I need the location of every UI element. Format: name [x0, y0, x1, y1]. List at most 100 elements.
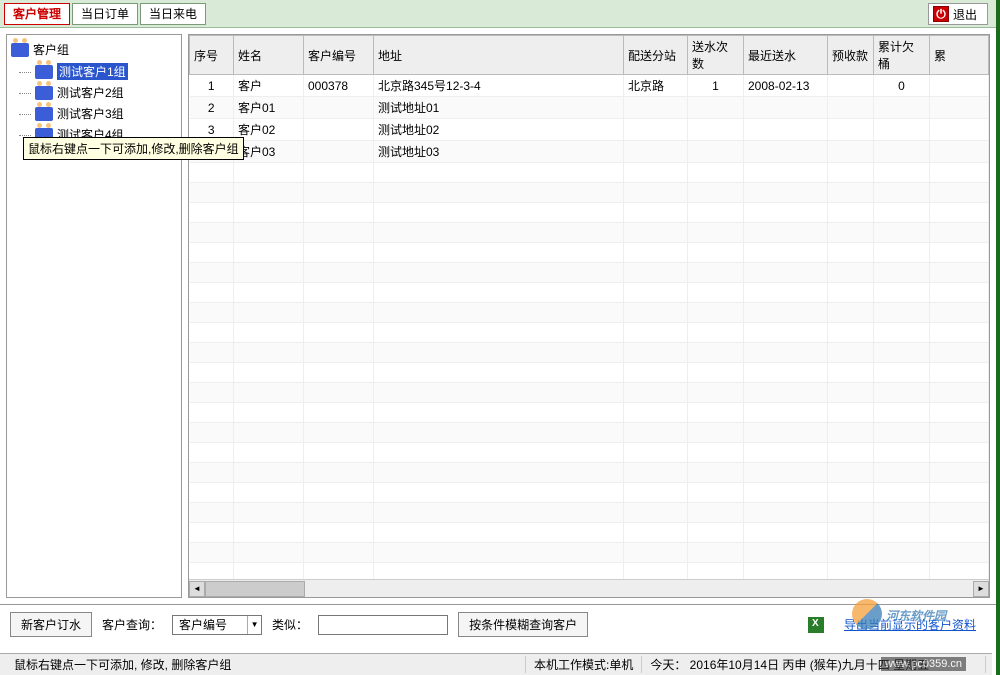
- tab-today-orders[interactable]: 当日订单: [72, 3, 138, 25]
- cell: 客户02: [234, 119, 304, 141]
- table-header-row: 序号 姓名 客户编号 地址 配送分站 送水次数 最近送水 预收款 累计欠桶 累: [190, 36, 989, 75]
- tree-node-group1[interactable]: 测试客户1组: [33, 62, 179, 81]
- col-times[interactable]: 送水次数: [688, 36, 744, 75]
- table-row-empty: [190, 323, 989, 343]
- table-row-empty: [190, 303, 989, 323]
- horizontal-scrollbar[interactable]: ◄ ►: [189, 579, 989, 597]
- col-last[interactable]: 最近送水: [744, 36, 828, 75]
- tree-root-label: 客户组: [33, 41, 69, 58]
- top-toolbar: 客户管理 当日订单 当日来电 ⏻ 退出: [0, 0, 996, 28]
- main-panel: 序号 姓名 客户编号 地址 配送分站 送水次数 最近送水 预收款 累计欠桶 累 …: [188, 34, 990, 598]
- cell: 客户01: [234, 97, 304, 119]
- cell: [688, 119, 744, 141]
- table-row-empty: [190, 263, 989, 283]
- cell: 2: [190, 97, 234, 119]
- context-tooltip: 鼠标右键点一下可添加,修改,删除客户组: [23, 137, 244, 160]
- table-row[interactable]: 1客户000378北京路345号12-3-4北京路12008-02-130: [190, 75, 989, 97]
- cell: 测试地址03: [374, 141, 624, 163]
- cell: 客户: [234, 75, 304, 97]
- table-row[interactable]: 4客户03测试地址03: [190, 141, 989, 163]
- cell: [304, 141, 374, 163]
- col-prepay[interactable]: 预收款: [828, 36, 874, 75]
- col-index[interactable]: 序号: [190, 36, 234, 75]
- tab-today-calls[interactable]: 当日来电: [140, 3, 206, 25]
- cell: 000378: [304, 75, 374, 97]
- query-label: 客户查询：: [102, 616, 162, 633]
- customer-table[interactable]: 序号 姓名 客户编号 地址 配送分站 送水次数 最近送水 预收款 累计欠桶 累 …: [189, 35, 989, 579]
- cell: 客户03: [234, 141, 304, 163]
- like-label: 类似：: [272, 616, 308, 633]
- col-address[interactable]: 地址: [374, 36, 624, 75]
- table-row-empty: [190, 463, 989, 483]
- col-code[interactable]: 客户编号: [304, 36, 374, 75]
- customer-group-tree: 客户组 测试客户1组 测试客户2组 测试客户3组 测试客户4组 鼠标右键点一下可…: [6, 34, 182, 598]
- table-row-empty: [190, 543, 989, 563]
- new-customer-order-button[interactable]: 新客户订水: [10, 612, 92, 637]
- query-field-value: 客户编号: [173, 616, 247, 633]
- scroll-left-arrow[interactable]: ◄: [189, 581, 205, 597]
- scroll-right-arrow[interactable]: ►: [973, 581, 989, 597]
- col-more[interactable]: 累: [930, 36, 989, 75]
- table-row-empty: [190, 563, 989, 580]
- cell: [744, 141, 828, 163]
- cell: 2008-02-13: [744, 75, 828, 97]
- group-icon: [35, 107, 53, 121]
- chevron-down-icon: ▼: [247, 616, 261, 634]
- table-row-empty: [190, 203, 989, 223]
- table-row[interactable]: 3客户02测试地址02: [190, 119, 989, 141]
- cell: [624, 119, 688, 141]
- content-area: 客户组 测试客户1组 测试客户2组 测试客户3组 测试客户4组 鼠标右键点一下可…: [0, 28, 996, 604]
- cell: [874, 97, 930, 119]
- cell: [304, 97, 374, 119]
- cell: [744, 97, 828, 119]
- watermark-url: www.pc0359.cn: [881, 657, 966, 671]
- bottom-toolbar: 新客户订水 客户查询： 客户编号 ▼ 类似： 按条件模糊查询客户 导出当前显示的…: [0, 604, 996, 644]
- tab-customer-mgmt[interactable]: 客户管理: [4, 3, 70, 25]
- cell: 1: [190, 75, 234, 97]
- tree-root[interactable]: 客户组: [9, 39, 179, 60]
- table-row-empty: [190, 503, 989, 523]
- table-row-empty: [190, 163, 989, 183]
- excel-icon: [808, 617, 824, 633]
- cell: [688, 97, 744, 119]
- col-station[interactable]: 配送分站: [624, 36, 688, 75]
- export-customers-button[interactable]: 导出当前显示的客户资料: [834, 613, 986, 636]
- exit-label: 退出: [953, 6, 977, 23]
- table-row-empty: [190, 523, 989, 543]
- fuzzy-search-button[interactable]: 按条件模糊查询客户: [458, 612, 588, 637]
- table-row[interactable]: 2客户01测试地址01: [190, 97, 989, 119]
- cell: 北京路: [624, 75, 688, 97]
- cell: [828, 97, 874, 119]
- scroll-thumb[interactable]: [205, 581, 305, 597]
- table-row-empty: [190, 483, 989, 503]
- query-field-select[interactable]: 客户编号 ▼: [172, 615, 262, 635]
- table-row-empty: [190, 343, 989, 363]
- cell: 0: [874, 75, 930, 97]
- table-row-empty: [190, 363, 989, 383]
- cell: [688, 141, 744, 163]
- cell: 北京路345号12-3-4: [374, 75, 624, 97]
- cell: [624, 97, 688, 119]
- cell: [304, 119, 374, 141]
- scroll-track[interactable]: [205, 581, 973, 597]
- table-row-empty: [190, 283, 989, 303]
- group-icon: [11, 43, 29, 57]
- cell: [828, 119, 874, 141]
- like-input[interactable]: [318, 615, 448, 635]
- cell: [874, 141, 930, 163]
- col-owe[interactable]: 累计欠桶: [874, 36, 930, 75]
- group-icon: [35, 86, 53, 100]
- cell: [744, 119, 828, 141]
- col-name[interactable]: 姓名: [234, 36, 304, 75]
- tree-node-group2[interactable]: 测试客户2组: [33, 83, 179, 102]
- status-hint: 鼠标右键点一下可添加, 修改, 删除客户组: [6, 656, 526, 673]
- tree-node-group3[interactable]: 测试客户3组: [33, 104, 179, 123]
- tree-node-label: 测试客户3组: [57, 105, 124, 122]
- table-row-empty: [190, 223, 989, 243]
- table-row-empty: [190, 443, 989, 463]
- cell: [874, 119, 930, 141]
- cell: [828, 75, 874, 97]
- exit-button[interactable]: ⏻ 退出: [928, 3, 988, 25]
- table-row-empty: [190, 383, 989, 403]
- group-icon: [35, 65, 53, 79]
